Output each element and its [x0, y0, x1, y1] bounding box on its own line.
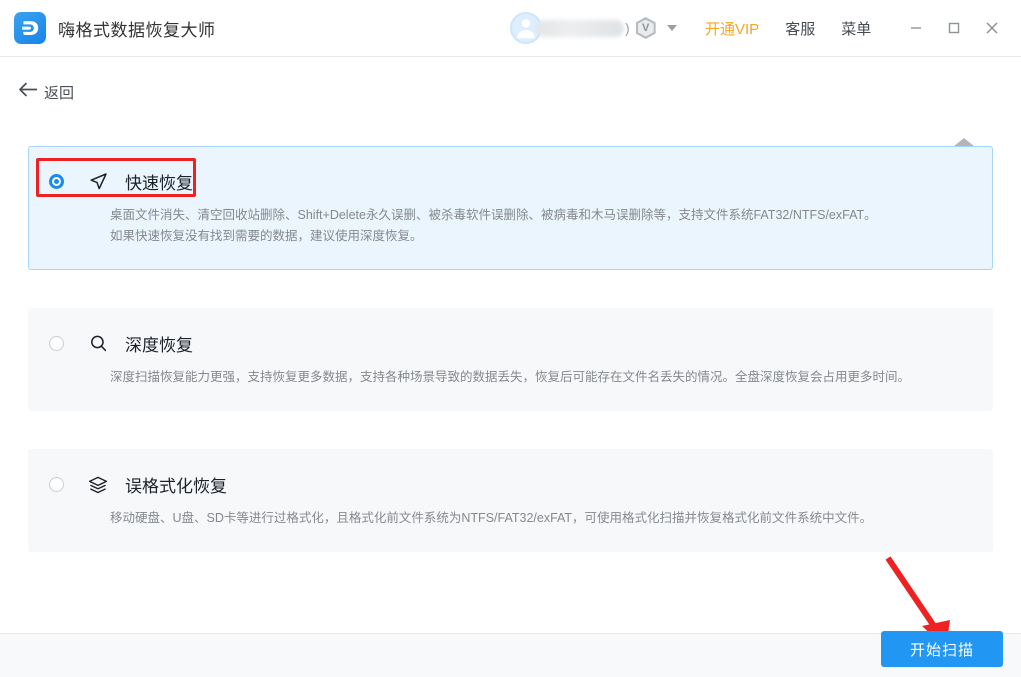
- option-title: 快速恢复: [125, 174, 193, 193]
- minimize-button[interactable]: [897, 11, 935, 45]
- footer-bar: 开始扫描: [0, 631, 1021, 677]
- radio-deep-recovery[interactable]: [49, 336, 64, 351]
- back-button[interactable]: 返回: [18, 81, 74, 103]
- window-controls: [897, 11, 1011, 45]
- magnifier-icon: [88, 334, 108, 354]
- option-title: 误格式化恢复: [125, 477, 227, 496]
- sub-header: 返回: [0, 57, 1021, 159]
- close-button[interactable]: [973, 11, 1011, 45]
- layers-icon: [88, 475, 108, 495]
- start-scan-button[interactable]: 开始扫描: [881, 631, 1003, 667]
- option-card-deep-recovery[interactable]: 深度恢复 深度扫描恢复能力更强，支持恢复更多数据，支持各种场景导致的数据丢失，恢…: [28, 308, 993, 411]
- option-description: 移动硬盘、U盘、SD卡等进行过格式化，且格式化前文件系统为NTFS/FAT32/…: [29, 508, 992, 529]
- arrow-left-icon: [18, 81, 39, 103]
- option-card-format-recovery[interactable]: 误格式化恢复 移动硬盘、U盘、SD卡等进行过格式化，且格式化前文件系统为NTFS…: [28, 449, 993, 552]
- titlebar-links: 开通VIP 客服 菜单: [705, 18, 871, 39]
- option-description-line1: 桌面文件消失、清空回收站删除、Shift+Delete永久误删、被杀毒软件误删除…: [110, 208, 877, 222]
- chevron-down-icon[interactable]: [666, 25, 677, 31]
- app-logo-d-icon: [14, 12, 46, 44]
- vip-badge-letter: V: [642, 21, 650, 34]
- open-vip-link[interactable]: 开通VIP: [705, 18, 759, 39]
- maximize-button[interactable]: [935, 11, 973, 45]
- option-description: 深度扫描恢复能力更强，支持恢复更多数据，支持各种场景导致的数据丢失，恢复后可能存…: [29, 367, 992, 388]
- option-header: 快速恢复: [29, 169, 992, 194]
- radio-format-recovery[interactable]: [49, 477, 64, 492]
- option-title: 深度恢复: [125, 336, 193, 355]
- option-description-line1: 移动硬盘、U盘、SD卡等进行过格式化，且格式化前文件系统为NTFS/FAT32/…: [110, 511, 873, 525]
- radio-quick-recovery[interactable]: [49, 174, 64, 189]
- app-window: 嗨格式数据恢复大师 ) V 开通VIP 客服 菜单 返回 快速恢复 桌面文件消失…: [0, 0, 1021, 677]
- option-description-line1: 深度扫描恢复能力更强，支持恢复更多数据，支持各种场景导致的数据丢失，恢复后可能存…: [110, 370, 911, 384]
- back-label: 返回: [44, 84, 75, 102]
- username-redacted: [536, 19, 624, 37]
- navigation-arrow-icon: [88, 172, 108, 192]
- account-cluster[interactable]: ) V: [510, 10, 677, 46]
- vip-badge-icon[interactable]: V: [635, 17, 656, 39]
- customer-service-link[interactable]: 客服: [785, 18, 815, 39]
- option-header: 误格式化恢复: [29, 472, 992, 497]
- title-bar: 嗨格式数据恢复大师 ) V 开通VIP 客服 菜单: [0, 0, 1021, 57]
- option-description-line2: 如果快速恢复没有找到需要的数据，建议使用深度恢复。: [110, 229, 423, 243]
- menu-link[interactable]: 菜单: [841, 18, 871, 39]
- app-branding: 嗨格式数据恢复大师: [14, 12, 216, 44]
- option-card-quick-recovery[interactable]: 快速恢复 桌面文件消失、清空回收站删除、Shift+Delete永久误删、被杀毒…: [28, 146, 993, 270]
- app-title: 嗨格式数据恢复大师: [58, 20, 216, 40]
- option-description: 桌面文件消失、清空回收站删除、Shift+Delete永久误删、被杀毒软件误删除…: [29, 205, 992, 247]
- recovery-mode-list: 快速恢复 桌面文件消失、清空回收站删除、Shift+Delete永久误删、被杀毒…: [28, 146, 993, 552]
- option-header: 深度恢复: [29, 331, 992, 356]
- username-paren: ): [625, 20, 630, 36]
